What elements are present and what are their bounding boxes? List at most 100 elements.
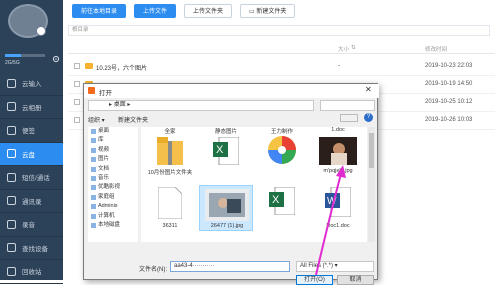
row-checkbox[interactable] xyxy=(74,99,80,105)
open-file-dialog: 打开 ✕ ◀▶ ▸ 桌面 ▸ 组织 ▾ 新建文件夹 ? 桌面 库 视频 图片 文… xyxy=(83,83,379,285)
svg-text:W: W xyxy=(327,196,337,207)
sidebar-item-sms[interactable]: 短信/通话 xyxy=(0,166,63,190)
file-label: 全家 xyxy=(164,129,176,135)
breadcrumb[interactable]: 根目录 xyxy=(68,25,490,36)
sidebar-item-recording[interactable]: 录音 xyxy=(0,213,63,237)
tree-item[interactable]: 库 xyxy=(88,136,138,145)
find-device-icon xyxy=(7,243,16,253)
tree-item[interactable]: 文档 xyxy=(88,165,138,174)
sidebar-nav: 云输入 云相册 便签 云盘 短信/通话 通讯录 录音 查找设备 回收站 xyxy=(0,72,63,284)
view-toggle-icon[interactable] xyxy=(340,114,358,122)
file-tile-selected[interactable]: 26477 (1).jpg xyxy=(199,185,253,231)
scrollbar-thumb[interactable] xyxy=(369,133,374,168)
sidebar-item-label: 短信/通话 xyxy=(22,175,50,183)
row-checkbox[interactable] xyxy=(74,63,80,69)
storage-text: 2G/5G xyxy=(5,60,20,66)
storage-bar xyxy=(5,54,45,57)
sidebar-item-find-device[interactable]: 查找设备 xyxy=(0,237,63,260)
file-tile[interactable]: 36311 xyxy=(143,185,197,231)
dialog-titlebar[interactable]: 打开 ✕ xyxy=(84,84,379,98)
new-folder-button[interactable]: ▭ 新建文件夹 xyxy=(240,4,296,18)
photo-thumbnail-icon xyxy=(205,189,249,221)
svg-text:X: X xyxy=(216,144,224,156)
cloud-input-icon xyxy=(7,78,16,88)
sidebar-item-label: 查找设备 xyxy=(22,245,48,253)
open-button[interactable]: 打开(O) xyxy=(296,275,333,285)
sidebar-item-cloud-input[interactable]: 云输入 xyxy=(0,72,63,96)
filetype-select[interactable]: All Files (*.*) ▾ xyxy=(296,261,374,272)
file-tile[interactable]: X xyxy=(255,185,309,231)
upload-file-button[interactable]: 上传文件 xyxy=(134,4,177,18)
folder-icon xyxy=(85,63,93,69)
tree-item[interactable]: Adminis xyxy=(88,202,138,211)
settings-icon[interactable] xyxy=(52,55,60,63)
tree-item[interactable]: 计算机 xyxy=(88,212,138,221)
column-time[interactable]: 修改时间 xyxy=(425,45,447,53)
tree-item[interactable]: 视频 xyxy=(88,146,138,155)
file-label: 王力制作 xyxy=(270,129,293,135)
dialog-new-folder-button[interactable]: 新建文件夹 xyxy=(118,115,148,124)
file-tile[interactable]: X xyxy=(199,135,253,175)
pinwheel-icon xyxy=(268,136,296,164)
dialog-toolbar: 组织 ▾ 新建文件夹 ? xyxy=(88,113,375,124)
svg-text:X: X xyxy=(272,194,280,206)
table-header: 大小 ⇅ 修改时间 xyxy=(68,42,495,54)
cloud-disk-icon xyxy=(7,149,16,159)
trash-icon xyxy=(7,266,16,276)
toolbar: 前往本地目录 上传文件 上传文件夹 ▭ 新建文件夹 xyxy=(72,4,296,18)
blank-file-icon xyxy=(158,187,182,219)
close-icon[interactable]: ✕ xyxy=(365,86,372,94)
contacts-icon xyxy=(7,196,16,206)
search-input[interactable] xyxy=(320,100,375,111)
tree-item[interactable]: 桌面 xyxy=(88,127,138,136)
sidebar-item-label: 通讯录 xyxy=(22,198,42,206)
organize-button[interactable]: 组织 ▾ xyxy=(88,115,105,124)
upload-folder-button[interactable]: 上传文件夹 xyxy=(184,4,233,18)
filename-input[interactable]: aa43-4··········· xyxy=(170,261,290,272)
tree-item[interactable]: 音乐 xyxy=(88,174,138,183)
file-name[interactable]: 10.23号，六个图片 xyxy=(96,63,147,72)
table-row[interactable]: 10.23号，六个图片 - 2019-10-23 22:03 xyxy=(68,58,495,76)
address-text: 桌面 xyxy=(113,102,126,108)
address-bar[interactable]: ▸ 桌面 ▸ xyxy=(88,100,314,111)
file-tile[interactable] xyxy=(255,135,309,175)
local-dir-button[interactable]: 前往本地目录 xyxy=(72,4,127,18)
profile-area xyxy=(0,0,63,42)
tree-item[interactable]: 图片 xyxy=(88,155,138,164)
cancel-button[interactable]: 取消 xyxy=(337,275,374,285)
file-tile[interactable]: 10月份图片文件夹 xyxy=(143,135,197,176)
file-label: 1.doc xyxy=(331,127,345,133)
sidebar-item-cloud-album[interactable]: 云相册 xyxy=(0,96,63,119)
sidebar-item-notes[interactable]: 便签 xyxy=(0,119,63,143)
sidebar-item-cloud-disk[interactable]: 云盘 xyxy=(0,142,63,166)
file-time: 2019-10-26 10:03 xyxy=(425,117,473,123)
sidebar-item-label: 回收站 xyxy=(22,269,42,277)
message-icon xyxy=(7,172,16,182)
file-grid: 全家 静态图片 王力制作 1.doc 10月份图片文件夹 X m'pqjehj.… xyxy=(141,127,367,242)
word-icon: W xyxy=(325,187,351,217)
sidebar-item-label: 录音 xyxy=(22,222,35,230)
file-tile[interactable]: W Doc1.doc xyxy=(311,185,365,231)
help-icon[interactable]: ? xyxy=(364,113,373,122)
file-label: 26477 (1).jpg xyxy=(210,223,244,229)
row-checkbox[interactable] xyxy=(74,117,80,123)
tree-item[interactable]: 优酷影视 xyxy=(88,183,138,192)
column-size[interactable]: 大小 xyxy=(338,45,349,53)
zip-folder-icon xyxy=(157,137,183,165)
sidebar-item-label: 云盘 xyxy=(22,151,35,159)
app-icon xyxy=(88,87,95,94)
scrollbar[interactable] xyxy=(368,127,375,242)
file-tile[interactable]: m'pqjehj.jpg xyxy=(311,135,365,175)
tree-item[interactable]: 本地磁盘 xyxy=(88,221,138,230)
note-icon xyxy=(7,125,16,135)
file-label: 静态图片 xyxy=(214,129,237,135)
sort-icon: ⇅ xyxy=(351,45,356,51)
row-checkbox[interactable] xyxy=(74,81,80,87)
filename-label: 文件名(N): xyxy=(139,267,167,273)
file-label: m'pqjehj.jpg xyxy=(323,168,353,174)
storage-fill xyxy=(5,54,21,57)
dialog-title: 打开 xyxy=(99,90,112,97)
tree-item[interactable]: 家庭组 xyxy=(88,193,138,202)
file-time: 2019-10-23 22:03 xyxy=(425,63,473,69)
sidebar-item-contacts[interactable]: 通讯录 xyxy=(0,190,63,213)
